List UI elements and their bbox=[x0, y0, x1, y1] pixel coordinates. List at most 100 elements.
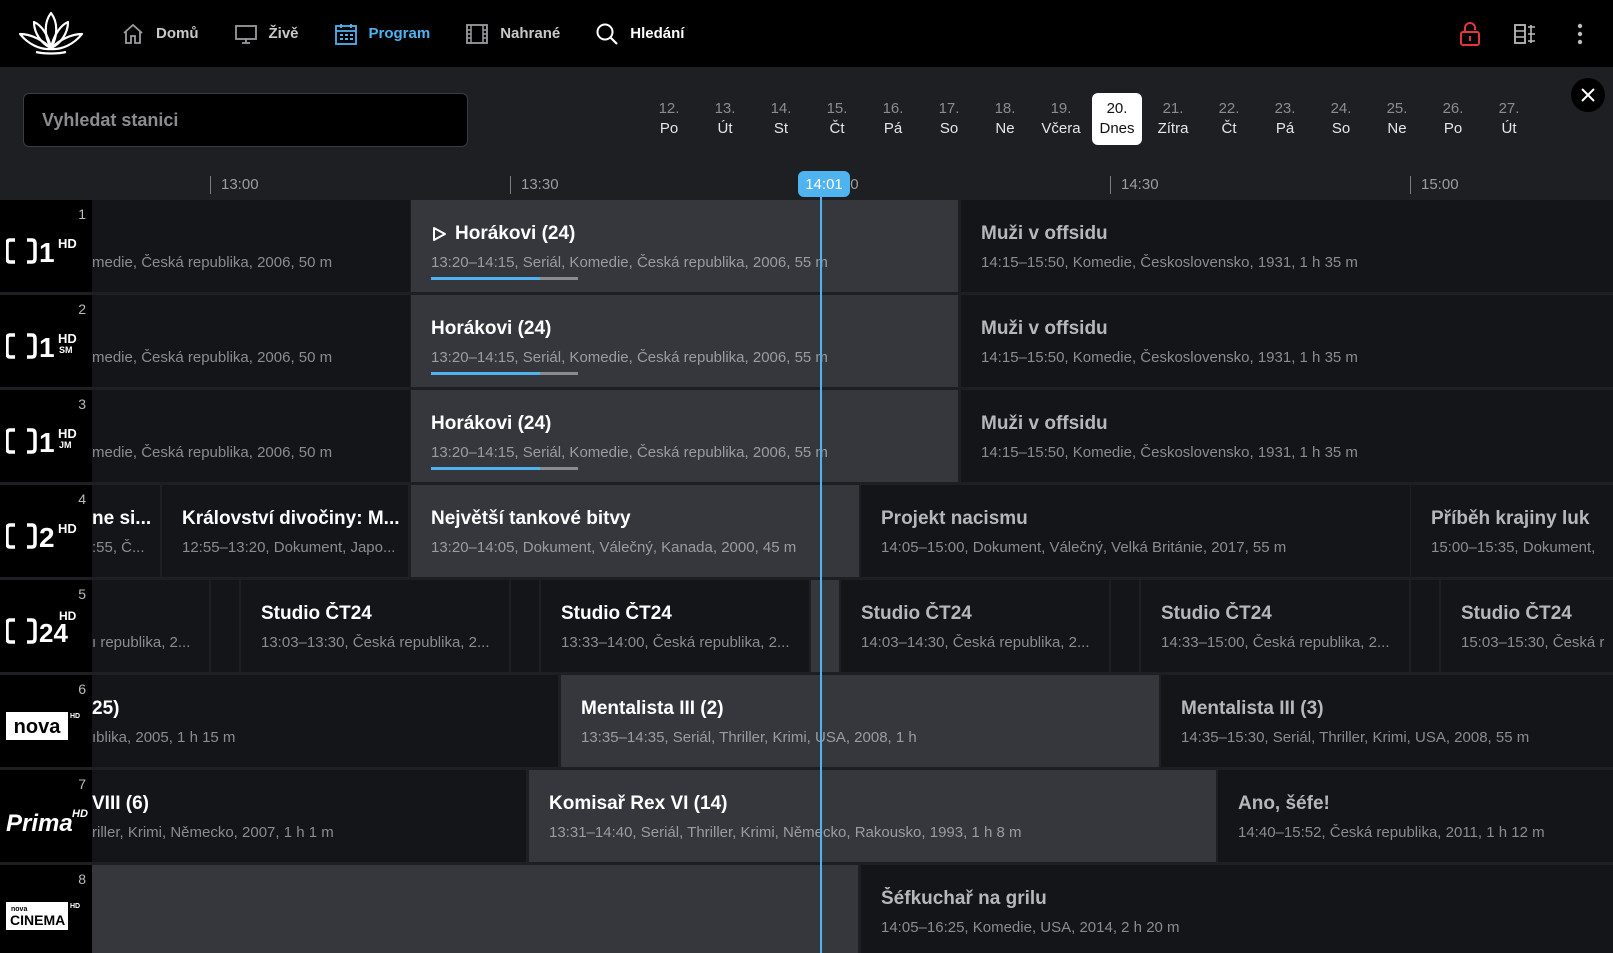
program-cell[interactable]: 25) ıblika, 2005, 1 h 15 m bbox=[92, 675, 558, 767]
program-cell[interactable]: Studio ČT24 14:03–14:30, Česká republika,… bbox=[841, 580, 1109, 672]
nav-label-live: Živě bbox=[268, 25, 299, 42]
channel-number: 5 bbox=[78, 586, 86, 602]
program-description: 14:35–15:30, Seriál, Thriller, Krimi, US… bbox=[1181, 729, 1530, 746]
program-title: Království divočiny: M... bbox=[182, 507, 408, 531]
channel-row: ne si...:55, Č... Království divočiny: M.… bbox=[0, 485, 1613, 578]
date-number: 20. bbox=[1106, 100, 1128, 117]
program-cell[interactable] bbox=[211, 580, 239, 672]
nav-label-program: Program bbox=[368, 25, 431, 42]
program-title-text: Největší tankové bitvy bbox=[431, 508, 631, 529]
program-title-text: Horákovi (24) bbox=[431, 413, 552, 434]
program-cell[interactable] bbox=[1111, 580, 1139, 672]
program-title-text: Muži v offsidu bbox=[981, 318, 1108, 339]
date-label: Pá bbox=[883, 120, 903, 137]
timeline-tick: 13:30 bbox=[510, 176, 559, 194]
date-item-9[interactable]: 21. Zítra bbox=[1145, 93, 1201, 145]
date-item-10[interactable]: 22. Čt bbox=[1201, 93, 1257, 145]
program-cell[interactable] bbox=[811, 580, 839, 672]
program-cell[interactable]: medie, Česká republika, 2006, 50 m bbox=[92, 200, 410, 292]
lock-button[interactable] bbox=[1455, 19, 1485, 49]
app-root: Domů Živě Program Nahrané Hledání Vyhled… bbox=[0, 0, 1613, 953]
station-search-input[interactable] bbox=[23, 93, 468, 147]
program-cell[interactable] bbox=[511, 580, 539, 672]
program-cell[interactable]: Příběh krajiny luk 15:00–15:35, Dokument, bbox=[1411, 485, 1613, 577]
date-number: 13. bbox=[714, 100, 736, 117]
program-cell[interactable]: ne si...:55, Č... bbox=[92, 485, 160, 577]
program-cell[interactable]: Království divočiny: M... 12:55–13:20, Do… bbox=[162, 485, 408, 577]
date-item-7[interactable]: 19. Včera bbox=[1033, 93, 1089, 145]
program-cell[interactable]: Horákovi (24) 13:20–14:15, Seriál, Komedi… bbox=[411, 200, 958, 292]
date-item-15[interactable]: 27. Út bbox=[1481, 93, 1537, 145]
program-cell[interactable]: Mentalista III (2) 13:35–14:35, Seriál, T… bbox=[561, 675, 1159, 767]
date-item-0[interactable]: 12. Po bbox=[641, 93, 697, 145]
date-number: 18. bbox=[994, 100, 1016, 117]
program-cell[interactable]: ı republika, 2... bbox=[92, 580, 209, 672]
channel-logo-cell[interactable]: 1 1 HD bbox=[0, 200, 92, 293]
date-item-8[interactable]: 20. Dnes bbox=[1092, 93, 1142, 145]
program-cell[interactable]: Největší tankové bitvy 13:20–14:05, Dokum… bbox=[411, 485, 859, 577]
date-item-13[interactable]: 25. Ne bbox=[1369, 93, 1425, 145]
program-title-text: Studio ČT24 bbox=[1161, 603, 1272, 624]
program-cell[interactable]: Mentalista III (3) 14:35–15:30, Seriál, T… bbox=[1161, 675, 1613, 767]
program-title: 25) bbox=[92, 697, 558, 721]
top-right-actions bbox=[1430, 0, 1595, 67]
program-title: Studio ČT24 bbox=[561, 602, 809, 626]
channel-row: medie, Česká republika, 2006, 50 m Horáko… bbox=[0, 200, 1613, 293]
date-label: Ne bbox=[995, 120, 1015, 137]
program-title: Komisař Rex VI (14) bbox=[549, 792, 1216, 816]
more-button[interactable] bbox=[1565, 19, 1595, 49]
calendar-icon bbox=[334, 23, 357, 45]
date-item-14[interactable]: 26. Po bbox=[1425, 93, 1481, 145]
svg-text:2: 2 bbox=[39, 522, 55, 553]
date-item-1[interactable]: 13. Út bbox=[697, 93, 753, 145]
program-title-text: 25) bbox=[92, 698, 120, 719]
channel-logo-cell[interactable]: 6 nova HD bbox=[0, 675, 92, 768]
program-cell[interactable]: Studio ČT24 14:33–15:00, Česká republika,… bbox=[1141, 580, 1409, 672]
program-cell[interactable] bbox=[1411, 580, 1439, 672]
close-button[interactable] bbox=[1571, 78, 1605, 112]
nav-item-search[interactable]: Hledání bbox=[594, 21, 684, 47]
program-cell[interactable]: medie, Česká republika, 2006, 50 m bbox=[92, 295, 410, 387]
program-cell[interactable]: Horákovi (24) 13:20–14:15, Seriál, Komedi… bbox=[411, 295, 958, 387]
nav-item-live[interactable]: Živě bbox=[233, 21, 299, 47]
program-cell[interactable]: Komisař Rex VI (14) 13:31–14:40, Seriál, … bbox=[529, 770, 1216, 862]
nav-item-program[interactable]: Program bbox=[333, 21, 431, 47]
program-cell[interactable]: Muži v offsidu 14:15–15:50, Komedie, Česk… bbox=[961, 295, 1613, 387]
channel-logo-cell[interactable]: 8 nova CINEMA HD bbox=[0, 865, 92, 953]
date-number: 24. bbox=[1330, 100, 1352, 117]
program-cell[interactable]: Šéfkuchař na grilu 14:05–16:25, Komedie, … bbox=[861, 865, 1613, 953]
program-cell[interactable] bbox=[92, 865, 858, 953]
program-title bbox=[92, 412, 410, 436]
date-item-11[interactable]: 23. Pá bbox=[1257, 93, 1313, 145]
program-cell[interactable]: Studio ČT24 15:03–15:30, Česká r bbox=[1441, 580, 1613, 672]
date-item-3[interactable]: 15. Čt bbox=[809, 93, 865, 145]
date-label: Út bbox=[717, 120, 733, 137]
date-item-5[interactable]: 17. So bbox=[921, 93, 977, 145]
program-title: VIII (6) bbox=[92, 792, 526, 816]
program-cell[interactable]: Muži v offsidu 14:15–15:50, Komedie, Česk… bbox=[961, 390, 1613, 482]
date-item-2[interactable]: 14. St bbox=[753, 93, 809, 145]
date-label: St bbox=[773, 120, 789, 137]
date-item-12[interactable]: 24. So bbox=[1313, 93, 1369, 145]
date-item-4[interactable]: 16. Pá bbox=[865, 93, 921, 145]
program-cell[interactable]: Studio ČT24 13:33–14:00, Česká republika,… bbox=[541, 580, 809, 672]
program-cell[interactable]: Muži v offsidu 14:15–15:50, Komedie, Česk… bbox=[961, 200, 1613, 292]
channel-logo-cell[interactable]: 5 24 HD bbox=[0, 580, 92, 673]
program-description: ıblika, 2005, 1 h 15 m bbox=[92, 729, 236, 746]
program-cell[interactable]: Horákovi (24) 13:20–14:15, Seriál, Komedi… bbox=[411, 390, 958, 482]
lotus-logo-icon[interactable] bbox=[14, 8, 88, 58]
program-cell[interactable]: medie, Česká republika, 2006, 50 m bbox=[92, 390, 410, 482]
channel-logo-cell[interactable]: 2 1 HD SM bbox=[0, 295, 92, 388]
date-label: Čt bbox=[1221, 120, 1237, 137]
nav-item-recorded[interactable]: Nahrané bbox=[464, 21, 560, 47]
channel-logo-cell[interactable]: 7 Prima HD bbox=[0, 770, 92, 863]
program-cell[interactable]: Studio ČT24 13:03–13:30, Česká republika,… bbox=[241, 580, 509, 672]
program-cell[interactable]: Ano, šéfe! 14:40–15:52, Česká republika, … bbox=[1218, 770, 1613, 862]
channel-logo-cell[interactable]: 4 2 HD bbox=[0, 485, 92, 578]
date-item-6[interactable]: 18. Ne bbox=[977, 93, 1033, 145]
program-cell[interactable]: VIII (6) riller, Krimi, Německo, 2007, 1 … bbox=[92, 770, 526, 862]
nav-item-home[interactable]: Domů bbox=[120, 21, 199, 47]
program-cell[interactable]: Projekt nacismu 14:05–15:00, Dokument, Vá… bbox=[861, 485, 1410, 577]
layout-button[interactable] bbox=[1510, 19, 1540, 49]
channel-logo-cell[interactable]: 3 1 HD JM bbox=[0, 390, 92, 483]
